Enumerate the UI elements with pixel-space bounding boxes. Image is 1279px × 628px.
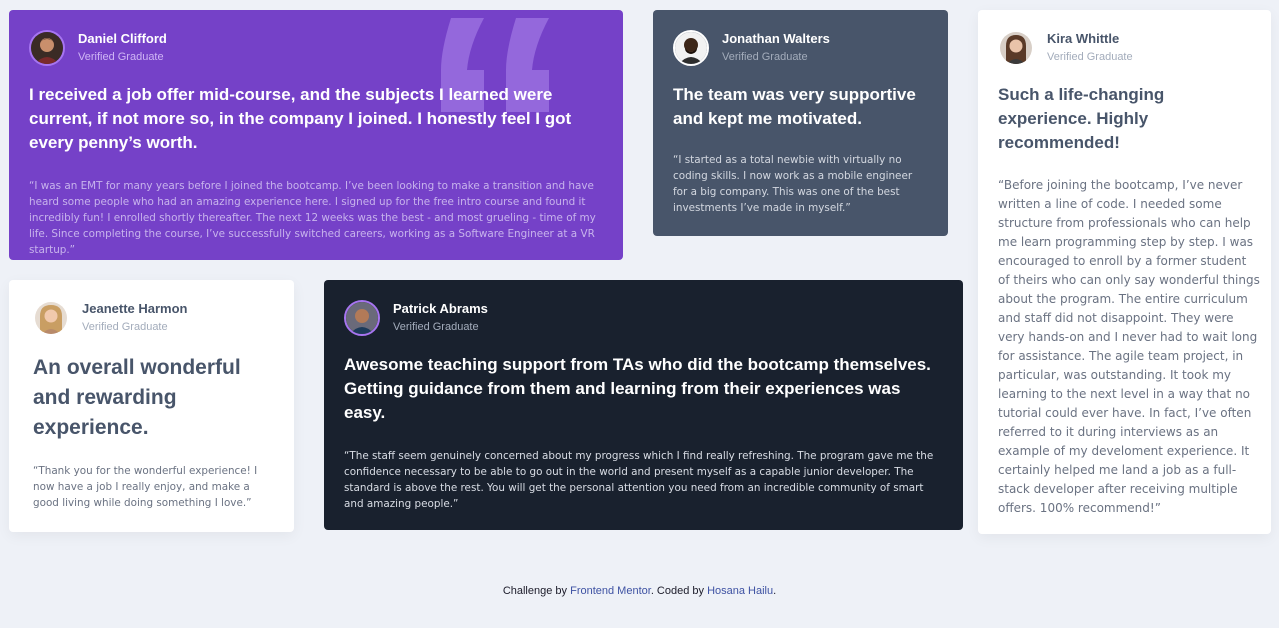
card-header: Kira Whittle Verified Graduate xyxy=(998,30,1251,66)
author-role: Verified Graduate xyxy=(82,321,168,333)
testimonial-headline: I received a job offer mid-course, and t… xyxy=(29,85,572,152)
frontend-mentor-link[interactable]: Frontend Mentor xyxy=(570,585,651,597)
author-role: Verified Graduate xyxy=(1047,51,1133,63)
testimonial-card-jeanette: Jeanette Harmon Verified Graduate An ove… xyxy=(9,280,294,532)
testimonial-card-jonathan: Jonathan Walters Verified Graduate The t… xyxy=(653,10,948,236)
testimonial-headline: The team was very supportive and kept me… xyxy=(673,85,916,128)
testimonial-body: “The staff seem genuinely concerned abou… xyxy=(344,450,934,510)
card-header: Jeanette Harmon Verified Graduate xyxy=(29,300,274,336)
testimonial-body: “Before joining the bootcamp, I’ve never… xyxy=(998,178,1260,515)
person-avatar-icon xyxy=(35,302,67,334)
author-name: Jeanette Harmon xyxy=(82,301,188,316)
testimonial-headline: An overall wonderful and rewarding exper… xyxy=(33,356,241,439)
testimonial-body: “I started as a total newbie with virtua… xyxy=(673,154,913,214)
testimonial-card-kira: Kira Whittle Verified Graduate Such a li… xyxy=(978,10,1271,534)
author-role: Verified Graduate xyxy=(393,321,479,333)
person-avatar-icon xyxy=(675,32,707,64)
author-name: Jonathan Walters xyxy=(722,31,830,46)
attribution-footer: Challenge by Frontend Mentor. Coded by H… xyxy=(0,585,1279,597)
testimonial-card-daniel: Daniel Clifford Verified Graduate I rece… xyxy=(9,10,623,260)
avatar xyxy=(673,30,709,66)
avatar xyxy=(344,300,380,336)
testimonial-body: “Thank you for the wonderful experience!… xyxy=(33,465,258,509)
person-avatar-icon xyxy=(346,302,378,334)
author-name: Kira Whittle xyxy=(1047,31,1120,46)
person-avatar-icon xyxy=(31,32,63,64)
author-name: Daniel Clifford xyxy=(78,31,167,46)
avatar xyxy=(998,30,1034,66)
testimonial-headline: Such a life-changing experience. Highly … xyxy=(998,85,1165,152)
footer-prefix: Challenge by xyxy=(502,585,568,597)
author-role: Verified Graduate xyxy=(722,51,808,63)
author-link[interactable]: Hosana Hailu xyxy=(707,585,773,597)
author-name: Patrick Abrams xyxy=(393,301,488,316)
testimonial-body: “I was an EMT for many years before I jo… xyxy=(29,180,596,256)
person-avatar-icon xyxy=(1000,32,1032,64)
card-header: Patrick Abrams Verified Graduate xyxy=(344,300,943,336)
footer-suffix: . xyxy=(773,585,777,597)
testimonial-headline: Awesome teaching support from TAs who di… xyxy=(344,355,931,422)
card-header: Jonathan Walters Verified Graduate xyxy=(673,30,928,66)
avatar xyxy=(29,30,65,66)
footer-middle: . Coded by xyxy=(650,585,705,597)
testimonial-card-patrick: Patrick Abrams Verified Graduate Awesome… xyxy=(324,280,963,530)
author-role: Verified Graduate xyxy=(78,51,164,63)
card-header: Daniel Clifford Verified Graduate xyxy=(29,30,603,66)
avatar xyxy=(33,300,69,336)
